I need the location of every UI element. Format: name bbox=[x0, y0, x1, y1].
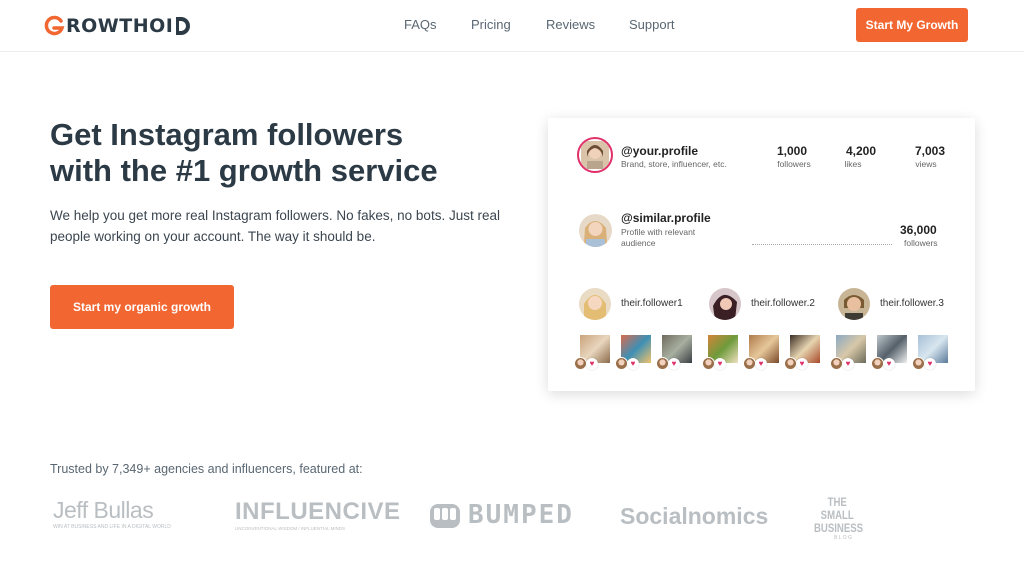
press-logo-bumped: BUMPED bbox=[428, 498, 574, 532]
heart-icon: ♥ bbox=[668, 358, 680, 370]
follower1-name: their.follower1 bbox=[621, 298, 683, 309]
press-logo-small-business: THE SMALL BUSINESS B L O G bbox=[814, 495, 872, 542]
jeff-bullas-tagline: WIN AT BUSINESS AND LIFE IN A DIGITAL WO… bbox=[53, 524, 171, 530]
start-organic-growth-button[interactable]: Start my organic growth bbox=[50, 285, 234, 329]
heart-icon: ♥ bbox=[842, 358, 854, 370]
follower3-avatar bbox=[838, 288, 870, 320]
hero-title-line2: with the #1 growth service bbox=[50, 153, 438, 188]
influencive-tagline: UNCONVENTIONAL WISDOM / INFLUENTIAL MIND… bbox=[235, 526, 346, 531]
nav-support[interactable]: Support bbox=[629, 17, 675, 32]
site-header: ROWTHOI FAQs Pricing Reviews Support Sta… bbox=[0, 0, 1024, 52]
your-profile-handle: @your.profile bbox=[621, 144, 699, 158]
stat-views-label: views bbox=[915, 159, 937, 169]
stat-followers-label: followers bbox=[777, 159, 811, 169]
hero-subtitle: We help you get more real Instagram foll… bbox=[50, 208, 500, 244]
fist-icon bbox=[430, 504, 460, 528]
hero-title: Get Instagram followers with the #1 grow… bbox=[50, 117, 510, 189]
bumped-wordmark: BUMPED bbox=[468, 500, 574, 530]
your-profile-avatar bbox=[577, 137, 613, 173]
small-business-tagline: B L O G bbox=[834, 535, 852, 541]
heart-icon: ♥ bbox=[627, 358, 639, 370]
stat-views-value: 7,003 bbox=[914, 144, 946, 158]
stat-likes-label: likes bbox=[844, 159, 862, 169]
heart-icon: ♥ bbox=[586, 358, 598, 370]
stat-followers-value: 1,000 bbox=[776, 144, 808, 158]
jeff-bullas-wordmark: Jeff Bullas bbox=[53, 497, 154, 523]
heart-icon: ♥ bbox=[796, 358, 808, 370]
nav-pricing[interactable]: Pricing bbox=[471, 17, 511, 32]
heart-icon: ♥ bbox=[883, 358, 895, 370]
dotted-connector bbox=[752, 244, 892, 245]
heart-icon: ♥ bbox=[924, 358, 936, 370]
follower2-name: their.follower.2 bbox=[751, 298, 815, 309]
heart-icon: ♥ bbox=[755, 358, 767, 370]
similar-profile-desc-line1: Profile with relevant bbox=[621, 227, 696, 237]
start-my-growth-button[interactable]: Start My Growth bbox=[856, 8, 968, 42]
your-profile-desc: Brand, store, influencer, etc. bbox=[621, 159, 727, 169]
press-logo-influencive: INFLUENCIVE UNCONVENTIONAL WISDOM / INFL… bbox=[235, 498, 401, 532]
hero-title-line1: Get Instagram followers bbox=[50, 117, 404, 152]
similar-profile-handle: @similar.profile bbox=[621, 211, 711, 225]
nav-faqs[interactable]: FAQs bbox=[404, 17, 437, 32]
heart-icon: ♥ bbox=[714, 358, 726, 370]
influencive-wordmark: INFLUENCIVE bbox=[235, 498, 401, 525]
nav-reviews[interactable]: Reviews bbox=[546, 17, 595, 32]
follower1-avatar bbox=[579, 288, 611, 320]
press-logo-jeff-bullas: Jeff Bullas WIN AT BUSINESS AND LIFE IN … bbox=[53, 497, 171, 530]
similar-profile-avatar bbox=[579, 214, 612, 247]
similar-profile-desc-line2: audience bbox=[621, 238, 656, 248]
follower3-name: their.follower.3 bbox=[880, 298, 944, 309]
small-business-wordmark: THE SMALL BUSINESS bbox=[814, 495, 864, 535]
press-logo-socialnomics: Socialnomics bbox=[620, 503, 769, 529]
stat-likes-value: 4,200 bbox=[845, 144, 877, 158]
similar-followers-value: 36,000 bbox=[900, 223, 937, 237]
trusted-by-text: Trusted by 7,349+ agencies and influence… bbox=[50, 462, 363, 476]
follower2-avatar bbox=[709, 288, 741, 320]
similar-followers-label: followers bbox=[904, 238, 938, 248]
